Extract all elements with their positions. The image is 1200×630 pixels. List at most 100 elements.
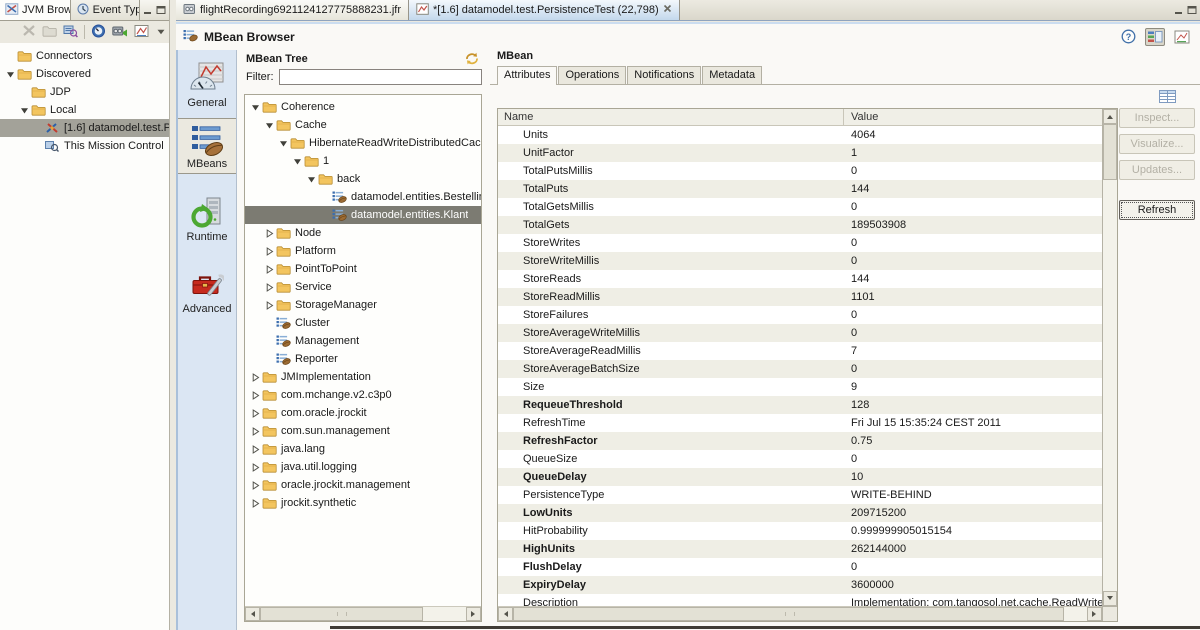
tree-item[interactable]: Node — [245, 224, 481, 242]
scroll-track[interactable] — [1103, 124, 1117, 591]
table-row[interactable]: StoreReadMillis 1101 — [498, 288, 1102, 306]
scroll-track[interactable] — [513, 607, 1087, 621]
updates-button[interactable]: Updates... — [1119, 160, 1195, 180]
tree-item[interactable]: 1 — [245, 152, 481, 170]
view-tab-event-typ[interactable]: Event Typ — [70, 0, 140, 20]
expander-icon[interactable] — [4, 70, 17, 79]
table-row[interactable]: LowUnits 209715200 — [498, 504, 1102, 522]
help-icon[interactable]: ? — [1119, 27, 1138, 46]
table-vscrollbar[interactable] — [1102, 109, 1117, 606]
flight-recorder-icon[interactable] — [112, 24, 128, 41]
expander-icon[interactable] — [263, 282, 276, 292]
expander-icon[interactable] — [249, 390, 262, 400]
table-row[interactable]: ExpiryDelay 3600000 — [498, 576, 1102, 594]
tree-item[interactable]: Connectors — [0, 47, 169, 65]
tree-item[interactable]: Cache — [245, 116, 481, 134]
expander-icon[interactable] — [249, 372, 262, 382]
table-row[interactable]: UnitFactor 1 — [498, 144, 1102, 162]
mbean-tree-hscrollbar[interactable] — [245, 606, 481, 621]
sync-icon[interactable] — [465, 52, 479, 65]
table-row[interactable]: StoreAverageBatchSize 0 — [498, 360, 1102, 378]
expander-icon[interactable] — [305, 175, 318, 184]
tree-item[interactable]: PointToPoint — [245, 260, 481, 278]
table-row[interactable]: TotalGetsMillis 0 — [498, 198, 1102, 216]
scroll-right-icon[interactable] — [466, 607, 481, 621]
view-tab-jvm-brow[interactable]: JVM Brow — [0, 0, 71, 20]
expander-icon[interactable] — [277, 139, 290, 148]
tree-item[interactable]: com.sun.management — [245, 422, 481, 440]
tree-item[interactable]: datamodel.entities.Klant — [245, 206, 481, 224]
table-row[interactable]: FlushDelay 0 — [498, 558, 1102, 576]
expander-icon[interactable] — [263, 121, 276, 130]
table-row[interactable]: QueueDelay 10 — [498, 468, 1102, 486]
minimize-icon[interactable] — [143, 5, 153, 15]
tree-item[interactable]: Coherence — [245, 98, 481, 116]
table-row[interactable]: TotalPuts 144 — [498, 180, 1102, 198]
console-dial-icon[interactable] — [91, 24, 106, 41]
expander-icon[interactable] — [18, 106, 31, 115]
tab-notifications[interactable]: Notifications — [627, 66, 702, 84]
table-row[interactable]: StoreFailures 0 — [498, 306, 1102, 324]
sidebar-item-runtime[interactable]: Runtime — [178, 192, 236, 246]
tree-item[interactable]: Reporter — [245, 350, 481, 368]
layout-toggle-icon[interactable] — [1145, 27, 1165, 46]
editor-tab[interactable]: flightRecording6921124127775888231.jfr — [176, 0, 410, 20]
expander-icon[interactable] — [263, 246, 276, 256]
tab-operations[interactable]: Operations — [558, 66, 627, 84]
expander-icon[interactable] — [249, 444, 262, 454]
tree-item[interactable]: Local — [0, 101, 169, 119]
scroll-up-icon[interactable] — [1103, 109, 1117, 124]
tree-item[interactable]: jrockit.synthetic — [245, 494, 481, 512]
minimize-icon[interactable] — [1174, 5, 1184, 15]
tree-item[interactable]: HibernateReadWriteDistributedCache — [245, 134, 481, 152]
scroll-thumb[interactable] — [1103, 124, 1117, 180]
tree-item[interactable]: oracle.jrockit.management — [245, 476, 481, 494]
tree-item[interactable]: datamodel.entities.Bestelling — [245, 188, 481, 206]
sidebar-item-mbeans[interactable]: MBeans — [178, 118, 236, 174]
editor-tab[interactable]: *[1.6] datamodel.test.PersistenceTest (2… — [409, 0, 680, 20]
scroll-track[interactable] — [260, 607, 466, 621]
tree-item[interactable]: [1.6] datamodel.test.Per — [0, 119, 169, 137]
tab-metadata[interactable]: Metadata — [702, 66, 763, 84]
tree-item[interactable]: JMImplementation — [245, 368, 481, 386]
table-row[interactable]: QueueSize 0 — [498, 450, 1102, 468]
table-row[interactable]: RefreshTime Fri Jul 15 15:35:24 CEST 2011 — [498, 414, 1102, 432]
table-row[interactable]: StoreWrites 0 — [498, 234, 1102, 252]
tree-item[interactable]: java.util.logging — [245, 458, 481, 476]
sidebar-item-advanced[interactable]: Advanced — [178, 264, 236, 318]
table-row[interactable]: Size 9 — [498, 378, 1102, 396]
new-folder-icon[interactable] — [42, 25, 57, 40]
column-header-name[interactable]: Name — [498, 109, 844, 125]
table-row[interactable]: StoreAverageWriteMillis 0 — [498, 324, 1102, 342]
scroll-right-icon[interactable] — [1087, 607, 1102, 621]
table-row[interactable]: HighUnits 262144000 — [498, 540, 1102, 558]
chart-icon[interactable] — [134, 24, 149, 41]
column-header-value[interactable]: Value — [844, 109, 1102, 125]
expander-icon[interactable] — [263, 228, 276, 238]
table-row[interactable]: HitProbability 0.999999905015154 — [498, 522, 1102, 540]
table-row[interactable]: TotalGets 189503908 — [498, 216, 1102, 234]
close-icon[interactable] — [663, 4, 672, 16]
refresh-button[interactable]: Refresh — [1119, 200, 1195, 220]
expander-icon[interactable] — [249, 498, 262, 508]
table-row[interactable]: RefreshFactor 0.75 — [498, 432, 1102, 450]
sidebar-item-general[interactable]: General — [178, 58, 236, 112]
table-row[interactable]: TotalPutsMillis 0 — [498, 162, 1102, 180]
tab-attributes[interactable]: Attributes — [497, 66, 558, 85]
scroll-thumb[interactable] — [260, 607, 423, 621]
disconnect-icon[interactable] — [22, 24, 36, 40]
scroll-thumb[interactable] — [513, 607, 1065, 621]
expander-icon[interactable] — [263, 300, 276, 310]
table-row[interactable]: RequeueThreshold 128 — [498, 396, 1102, 414]
table-layout-icon[interactable] — [1159, 90, 1176, 106]
charts-toggle-icon[interactable] — [1172, 28, 1192, 46]
table-row[interactable]: StoreAverageReadMillis 7 — [498, 342, 1102, 360]
expander-icon[interactable] — [249, 462, 262, 472]
tree-item[interactable]: This Mission Control — [0, 137, 169, 155]
table-row[interactable]: StoreReads 144 — [498, 270, 1102, 288]
table-row[interactable]: PersistenceType WRITE-BEHIND — [498, 486, 1102, 504]
tree-item[interactable]: com.oracle.jrockit — [245, 404, 481, 422]
menu-dropdown-icon[interactable] — [157, 26, 165, 38]
tree-item[interactable]: Platform — [245, 242, 481, 260]
expander-icon[interactable] — [249, 408, 262, 418]
